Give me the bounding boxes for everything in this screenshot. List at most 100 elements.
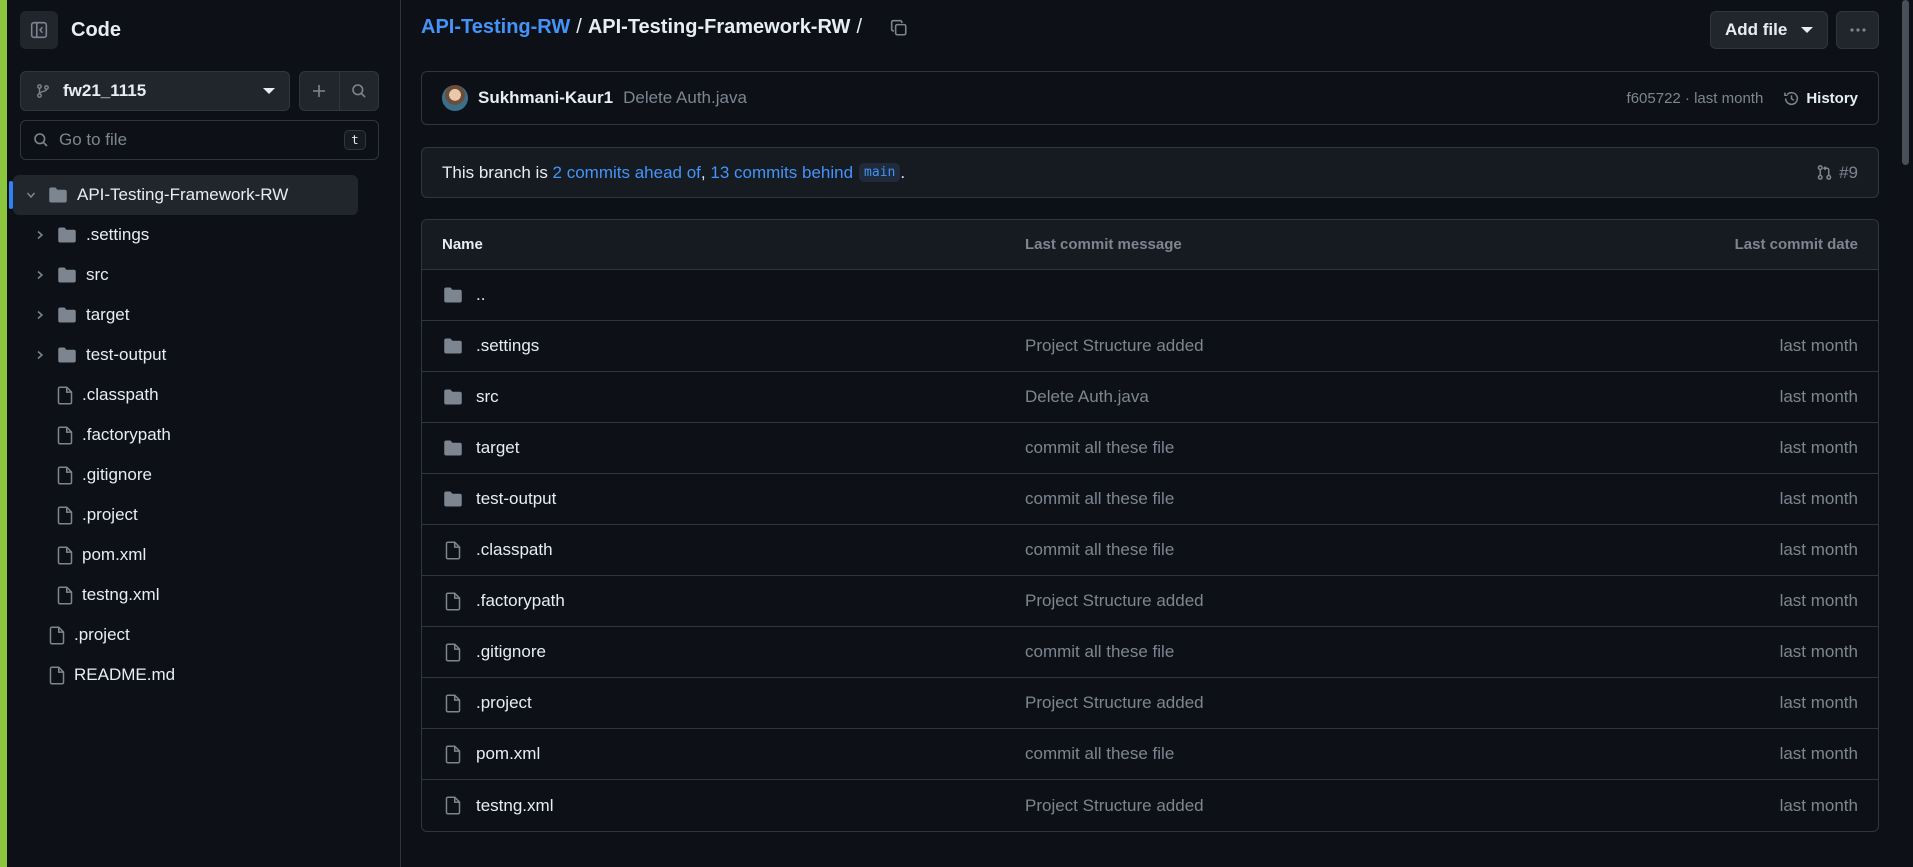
pull-request-link[interactable]: #9	[1816, 163, 1858, 183]
collapse-sidebar-button[interactable]	[20, 11, 58, 49]
table-row[interactable]: testng.xml Project Structure added last mo…	[422, 780, 1878, 831]
table-row[interactable]: test-output commit all these file last mon…	[422, 474, 1878, 525]
tree-item-label: .gitignore	[82, 465, 152, 484]
tree-chevron[interactable]	[31, 350, 49, 360]
avatar[interactable]	[442, 85, 468, 111]
branch-status-bar: This branch is 2 commits ahead of , 13 c…	[421, 147, 1879, 198]
table-row[interactable]: .gitignore commit all these file last mont…	[422, 627, 1878, 678]
table-row[interactable]: pom.xml commit all these file last month	[422, 729, 1878, 780]
row-name-link[interactable]: test-output	[476, 489, 556, 509]
row-commit-message[interactable]: commit all these file	[1025, 744, 1780, 764]
row-icon-wrap	[442, 337, 464, 355]
pull-request-number: #9	[1839, 162, 1858, 182]
tree-item[interactable]: .factorypath	[7, 415, 401, 455]
row-name-link[interactable]: .factorypath	[476, 591, 565, 611]
row-name-link[interactable]: testng.xml	[476, 796, 553, 816]
tree-item-label: src	[86, 265, 109, 284]
tree-item[interactable]: API-Testing-Framework-RW	[9, 175, 358, 215]
go-to-file-input[interactable]	[59, 130, 344, 150]
file-icon	[57, 546, 73, 564]
file-icon-wrap	[57, 466, 73, 485]
page-scrollbar[interactable]	[1898, 0, 1913, 867]
commit-sha-time[interactable]: f605722 · last month	[1627, 90, 1764, 107]
row-name-link[interactable]: .settings	[476, 336, 539, 356]
folder-icon	[49, 187, 67, 203]
table-row[interactable]: .settings Project Structure added last mon…	[422, 321, 1878, 372]
row-name-link[interactable]: src	[476, 387, 499, 407]
table-row[interactable]: .classpath commit all these file last mont…	[422, 525, 1878, 576]
table-row[interactable]: target commit all these file last month	[422, 423, 1878, 474]
tree-item[interactable]: README.md	[7, 655, 401, 695]
tree-item[interactable]: .classpath	[7, 375, 401, 415]
folder-icon	[444, 491, 462, 507]
file-icon	[445, 694, 461, 712]
tree-item[interactable]: pom.xml	[7, 535, 401, 575]
latest-commit-bar: Sukhmani-Kaur1 Delete Auth.java f605722 …	[421, 71, 1879, 125]
tree-item[interactable]: .settings	[7, 215, 401, 255]
chevron-right-icon	[37, 310, 44, 320]
more-options-button[interactable]	[1836, 11, 1879, 49]
tree-item[interactable]: testng.xml	[7, 575, 401, 615]
history-button[interactable]: History	[1783, 90, 1858, 107]
file-icon-wrap	[57, 546, 73, 565]
row-icon-wrap	[442, 388, 464, 406]
file-icon	[49, 626, 65, 644]
row-commit-date: last month	[1779, 540, 1858, 559]
tree-item[interactable]: .gitignore	[7, 455, 401, 495]
tree-item[interactable]: target	[7, 295, 401, 335]
row-commit-message[interactable]: commit all these file	[1025, 438, 1780, 458]
scroll-thumb[interactable]	[1902, 0, 1909, 165]
row-commit-message[interactable]: Delete Auth.java	[1025, 387, 1780, 407]
commit-message[interactable]: Delete Auth.java	[623, 88, 747, 108]
tree-item[interactable]: .project	[7, 495, 401, 535]
row-icon-wrap	[442, 643, 464, 662]
tree-chevron[interactable]	[31, 310, 49, 320]
sidebar-header: Code	[20, 11, 121, 49]
row-icon-wrap	[442, 490, 464, 508]
row-name-link[interactable]: pom.xml	[476, 744, 540, 764]
table-row[interactable]: .project Project Structure added last mont…	[422, 678, 1878, 729]
commit-author[interactable]: Sukhmani-Kaur1	[478, 88, 613, 108]
commits-behind-link[interactable]: 13 commits behind	[710, 163, 853, 183]
table-row[interactable]: src Delete Auth.java last month	[422, 372, 1878, 423]
table-row[interactable]: .factorypath Project Structure added last …	[422, 576, 1878, 627]
branch-name: fw21_1115	[63, 81, 147, 100]
copy-icon	[890, 19, 907, 36]
file-icon	[445, 541, 461, 559]
tree-chevron[interactable]	[31, 230, 49, 240]
row-name-link[interactable]: .gitignore	[476, 642, 546, 662]
branch-selector[interactable]: fw21_1115	[20, 71, 290, 111]
breadcrumb-repo-link[interactable]: API-Testing-RW	[421, 16, 570, 39]
row-commit-message[interactable]: commit all these file	[1025, 489, 1780, 509]
row-name-link[interactable]: ..	[476, 285, 485, 305]
row-commit-message[interactable]: commit all these file	[1025, 540, 1780, 560]
row-name-link[interactable]: .project	[476, 693, 532, 713]
tree-chevron[interactable]	[31, 270, 49, 280]
tree-item[interactable]: test-output	[7, 335, 401, 375]
commits-ahead-link[interactable]: 2 commits ahead of	[553, 163, 701, 183]
folder-icon	[444, 338, 462, 354]
base-branch-tag[interactable]: main	[859, 163, 901, 182]
row-commit-message[interactable]: Project Structure added	[1025, 591, 1780, 611]
add-file-button[interactable]: Add file	[1710, 11, 1828, 49]
search-button[interactable]	[338, 72, 379, 110]
row-commit-message[interactable]: commit all these file	[1025, 642, 1780, 662]
row-icon-wrap	[442, 541, 464, 560]
tree-item-label: .project	[82, 505, 138, 524]
chevron-down-icon	[26, 192, 36, 199]
row-commit-date: last month	[1779, 591, 1858, 610]
tree-item[interactable]: src	[7, 255, 401, 295]
tree-item[interactable]: .project	[7, 615, 401, 655]
row-commit-message[interactable]: Project Structure added	[1025, 693, 1780, 713]
table-row[interactable]: ..	[422, 270, 1878, 321]
row-commit-message[interactable]: Project Structure added	[1025, 336, 1780, 356]
tree-chevron[interactable]	[22, 190, 40, 200]
row-commit-message[interactable]: Project Structure added	[1025, 796, 1780, 816]
add-file-plus-button[interactable]	[300, 72, 339, 110]
row-commit-date: last month	[1779, 693, 1858, 712]
row-name-cell: pom.xml	[442, 744, 1025, 764]
file-icon	[57, 506, 73, 524]
copy-path-button[interactable]	[890, 19, 908, 37]
row-name-link[interactable]: target	[476, 438, 519, 458]
row-name-link[interactable]: .classpath	[476, 540, 553, 560]
